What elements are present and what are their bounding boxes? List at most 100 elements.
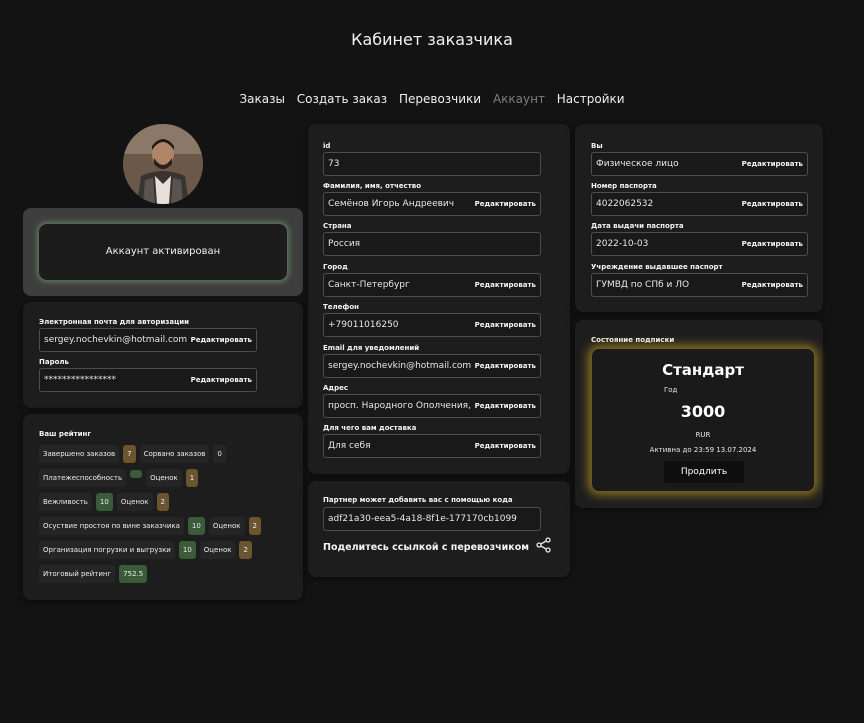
authority-field[interactable]: ГУМВД по СПб и ЛО Редактировать bbox=[591, 273, 808, 297]
country-field[interactable]: Россия bbox=[323, 232, 541, 256]
plan-period: Год bbox=[664, 386, 678, 394]
you-field[interactable]: Физическое лицо Редактировать bbox=[591, 152, 808, 176]
completed-orders-label: Завершено заказов bbox=[39, 445, 120, 463]
name-field[interactable]: Семёнов Игорь Андреевич Редактировать bbox=[323, 192, 541, 216]
politeness-label: Вежливость bbox=[39, 493, 92, 511]
authority-label: Учреждение выдавшее паспорт bbox=[591, 263, 723, 271]
politeness-score: 10 bbox=[95, 493, 113, 511]
downtime-score: 10 bbox=[187, 517, 205, 535]
passport-value: 4022062532 bbox=[596, 199, 654, 209]
share-icon[interactable] bbox=[536, 537, 552, 553]
passport-label: Номер паспорта bbox=[591, 182, 657, 190]
address-field[interactable]: просп. Народного Ополчения, 147 Редактир… bbox=[323, 394, 541, 418]
edit-authority-button[interactable]: Редактировать bbox=[742, 274, 803, 296]
phone-value: +79011016250 bbox=[328, 320, 399, 330]
account-status-badge: Аккаунт активирован bbox=[39, 224, 287, 280]
password-label: Пароль bbox=[39, 358, 69, 366]
password-field[interactable]: **************** Редактировать bbox=[39, 368, 257, 392]
partner-code-value: adf21a30-eea5-4a18-8f1e-177170cb1099 bbox=[328, 514, 517, 524]
politeness-count: 2 bbox=[156, 493, 169, 511]
nav-settings[interactable]: Настройки bbox=[557, 92, 625, 106]
edit-purpose-button[interactable]: Редактировать bbox=[475, 435, 536, 457]
you-label: Вы bbox=[591, 142, 603, 150]
country-value: Россия bbox=[328, 239, 361, 249]
rating-title: Ваш рейтинг bbox=[39, 430, 92, 438]
share-link-text[interactable]: Поделитесь ссылкой с перевозчиком bbox=[323, 542, 529, 553]
nav-create-order[interactable]: Создать заказ bbox=[297, 92, 387, 106]
rating-row-downtime: Осуствие простоя по вине заказчика 10 Оц… bbox=[39, 517, 265, 535]
profile-card: id 73 Фамилия, имя, отчество Семёнов Иго… bbox=[308, 124, 570, 474]
edit-phone-button[interactable]: Редактировать bbox=[475, 314, 536, 336]
rating-card: Ваш рейтинг Завершено заказов 7 Сорвано … bbox=[23, 414, 303, 600]
edit-address-button[interactable]: Редактировать bbox=[472, 395, 536, 417]
plan-name: Стандарт bbox=[662, 361, 744, 379]
notify-email-field[interactable]: sergey.nochevkin@hotmail.com Редактирова… bbox=[323, 354, 541, 378]
solvency-count: 1 bbox=[185, 469, 199, 487]
login-email-value: sergey.nochevkin@hotmail.com bbox=[44, 335, 188, 345]
nav-carriers[interactable]: Перевозчики bbox=[399, 92, 481, 106]
loading-label: Организация погрузки и выгрузки bbox=[39, 541, 175, 559]
city-label: Город bbox=[323, 263, 348, 271]
rating-row-orders: Завершено заказов 7 Сорвано заказов 0 bbox=[39, 445, 230, 463]
notify-email-label: Email для уведомлений bbox=[323, 344, 420, 352]
edit-city-button[interactable]: Редактировать bbox=[475, 274, 536, 296]
total-rating-label: Итоговый рейтинг bbox=[39, 565, 116, 583]
id-field: 73 bbox=[323, 152, 541, 176]
edit-passport-button[interactable]: Редактировать bbox=[742, 193, 803, 215]
renew-button[interactable]: Продлить bbox=[664, 461, 744, 483]
partner-card: Партнер может добавить вас с помощью код… bbox=[308, 481, 570, 577]
address-label: Адрес bbox=[323, 384, 348, 392]
edit-notify-email-button[interactable]: Редактировать bbox=[475, 355, 536, 377]
city-field[interactable]: Санкт-Петербург Редактировать bbox=[323, 273, 541, 297]
total-rating-value: 752.5 bbox=[119, 565, 148, 583]
edit-you-button[interactable]: Редактировать bbox=[742, 153, 803, 175]
rating-row-politeness: Вежливость 10 Оценок 2 bbox=[39, 493, 173, 511]
completed-orders-value: 7 bbox=[123, 445, 136, 463]
edit-name-button[interactable]: Редактировать bbox=[475, 193, 536, 215]
you-value: Физическое лицо bbox=[596, 159, 679, 169]
downtime-count: 2 bbox=[248, 517, 261, 535]
login-email-label: Электронная почта для авторизации bbox=[39, 318, 190, 326]
edit-password-button[interactable]: Редактировать bbox=[191, 369, 252, 391]
plan-price: 3000 bbox=[680, 402, 726, 421]
plan-currency: RUR bbox=[695, 431, 711, 439]
identity-card: Вы Физическое лицо Редактировать Номер п… bbox=[575, 124, 823, 312]
edit-login-email-button[interactable]: Редактировать bbox=[191, 329, 252, 351]
phone-label: Телефон bbox=[323, 303, 359, 311]
name-value: Семёнов Игорь Андреевич bbox=[328, 199, 455, 209]
issue-date-value: 2022-10-03 bbox=[596, 239, 649, 249]
nav-account[interactable]: Аккаунт bbox=[493, 92, 545, 106]
downtime-label: Осуствие простоя по вине заказчика bbox=[39, 517, 184, 535]
purpose-field[interactable]: Для себя Редактировать bbox=[323, 434, 541, 458]
login-email-field[interactable]: sergey.nochevkin@hotmail.com Редактирова… bbox=[39, 328, 257, 352]
purpose-value: Для себя bbox=[328, 441, 371, 451]
solvency-score bbox=[130, 470, 143, 478]
partner-code-field[interactable]: adf21a30-eea5-4a18-8f1e-177170cb1099 bbox=[323, 507, 541, 531]
nav-orders[interactable]: Заказы bbox=[239, 92, 285, 106]
rating-row-total: Итоговый рейтинг 752.5 bbox=[39, 565, 151, 583]
country-label: Страна bbox=[323, 222, 352, 230]
failed-orders-label: Сорвано заказов bbox=[139, 445, 210, 463]
issue-date-label: Дата выдачи паспорта bbox=[591, 222, 684, 230]
loading-count: 2 bbox=[239, 541, 252, 559]
passport-field[interactable]: 4022062532 Редактировать bbox=[591, 192, 808, 216]
failed-orders-value: 0 bbox=[213, 445, 226, 463]
purpose-label: Для чего вам доставка bbox=[323, 424, 417, 432]
name-label: Фамилия, имя, отчество bbox=[323, 182, 421, 190]
issue-date-field[interactable]: 2022-10-03 Редактировать bbox=[591, 232, 808, 256]
avatar bbox=[123, 124, 203, 204]
edit-issue-date-button[interactable]: Редактировать bbox=[742, 233, 803, 255]
loading-score: 10 bbox=[178, 541, 196, 559]
phone-field[interactable]: +79011016250 Редактировать bbox=[323, 313, 541, 337]
login-card: Электронная почта для авторизации sergey… bbox=[23, 302, 303, 408]
avatar-photo bbox=[123, 124, 203, 204]
authority-value: ГУМВД по СПб и ЛО bbox=[596, 280, 690, 290]
page-title: Кабинет заказчика bbox=[351, 30, 513, 49]
subscription-title: Состояние подписки bbox=[591, 336, 675, 344]
subscription-plan-panel: Стандарт Год 3000 RUR Активна до 23:59 1… bbox=[591, 348, 815, 492]
rating-row-solvency: Платежеспособность Оценок 1 bbox=[39, 469, 202, 487]
id-value: 73 bbox=[328, 159, 340, 169]
solvency-count-label: Оценок bbox=[146, 469, 182, 487]
politeness-count-label: Оценок bbox=[116, 493, 153, 511]
loading-count-label: Оценок bbox=[199, 541, 236, 559]
